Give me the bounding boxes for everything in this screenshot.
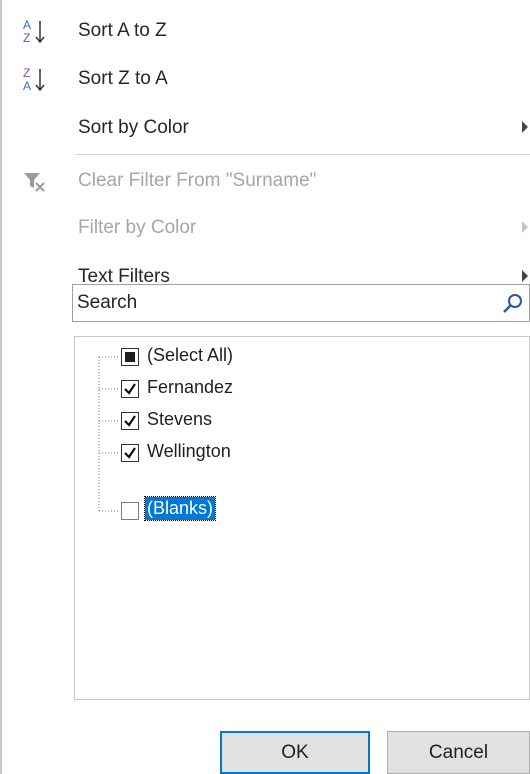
menu-item-label: Filter by Color xyxy=(78,217,197,238)
clear-filter-icon xyxy=(24,173,45,192)
submenu-arrow-icon xyxy=(522,221,528,233)
checkbox-checked[interactable] xyxy=(121,380,139,398)
checkbox-checked[interactable] xyxy=(121,444,139,462)
svg-text:Z: Z xyxy=(23,31,30,45)
menu-item-sort-by-color[interactable]: Sort by Color xyxy=(0,107,530,151)
menu-item-label: Sort Z to A xyxy=(78,68,168,89)
menu-item-label: Sort A to Z xyxy=(78,20,167,41)
checkmark-icon xyxy=(124,415,136,427)
list-item-label: (Select All) xyxy=(147,345,234,365)
svg-text:A: A xyxy=(23,18,31,32)
list-item-label: Wellington xyxy=(147,441,231,461)
ok-button[interactable]: OK xyxy=(220,731,370,774)
menu-separator xyxy=(75,154,530,155)
checkmark-icon xyxy=(124,383,136,395)
cancel-button[interactable]: Cancel xyxy=(387,731,530,774)
menu-item-sort-a-to-z[interactable]: A Z Sort A to Z xyxy=(0,10,530,54)
menu-item-sort-z-to-a[interactable]: Z A Sort Z to A xyxy=(0,58,530,102)
sort-za-icon: Z A xyxy=(23,66,45,93)
checkmark-icon xyxy=(124,447,136,459)
list-item-label: Fernandez xyxy=(147,377,234,397)
menu-item-filter-by-color[interactable]: Filter by Color xyxy=(0,207,530,251)
list-item-label: Stevens xyxy=(147,409,213,429)
search-input[interactable] xyxy=(77,289,477,317)
values-list[interactable]: (Select All) Fernandez Stevens Wellingto… xyxy=(74,336,530,700)
sort-az-icon: A Z xyxy=(23,18,45,45)
menu-item-label: Sort by Color xyxy=(78,117,189,138)
svg-text:Z: Z xyxy=(23,66,30,80)
menu-item-clear-filter[interactable]: Clear Filter From "Surname" xyxy=(0,160,530,204)
submenu-arrow-icon xyxy=(522,270,528,282)
svg-text:A: A xyxy=(23,79,31,93)
search-icon xyxy=(503,294,522,313)
checkbox-unchecked[interactable] xyxy=(121,502,139,520)
checkbox-partial[interactable] xyxy=(121,348,139,366)
menu-item-label: Clear Filter From "Surname" xyxy=(78,170,317,191)
list-item-label: (Blanks) xyxy=(143,496,217,521)
submenu-arrow-icon xyxy=(522,121,528,133)
checkbox-checked[interactable] xyxy=(121,412,139,430)
search-field[interactable] xyxy=(72,284,530,322)
